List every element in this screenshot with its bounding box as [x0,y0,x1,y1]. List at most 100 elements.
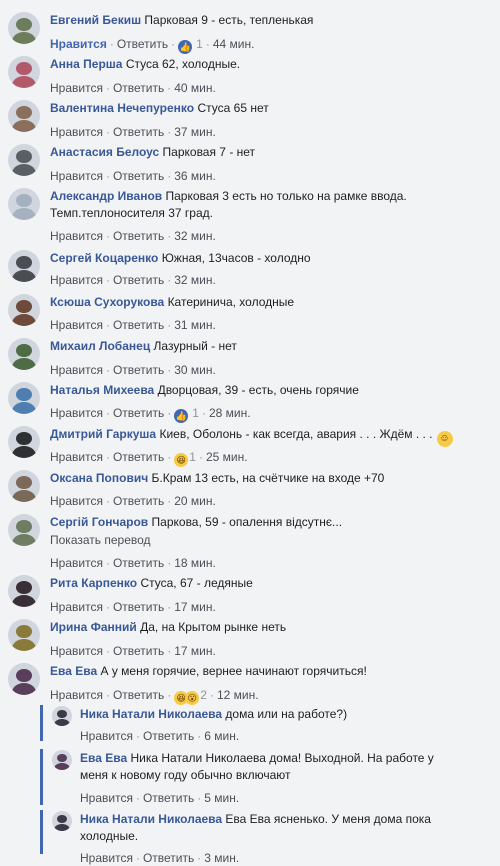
reply-link[interactable]: Ответить [113,363,164,377]
comment-author[interactable]: Анастасия Белоус [50,145,159,159]
timestamp[interactable]: 28 мин. [209,406,251,420]
reply-link[interactable]: Ответить [113,273,164,287]
avatar[interactable] [8,100,40,132]
comment-author[interactable]: Сергей Коцаренко [50,251,158,265]
timestamp[interactable]: 31 мин. [174,318,216,332]
timestamp[interactable]: 44 мин. [213,37,255,51]
reply-link[interactable]: Ответить [113,406,164,420]
like-link[interactable]: Нравится [50,318,103,332]
like-link[interactable]: Нравится [50,37,107,51]
like-link[interactable]: Нравится [50,363,103,377]
avatar[interactable] [8,619,40,651]
timestamp[interactable]: 18 мин. [174,556,216,570]
reply-author[interactable]: Ева Ева [80,751,127,765]
like-link[interactable]: Нравится [80,791,133,805]
reply-link[interactable]: Ответить [113,125,164,139]
reply-link[interactable]: Ответить [113,169,164,183]
reply-link[interactable]: Ответить [113,688,164,702]
avatar[interactable] [52,811,72,831]
avatar[interactable] [8,250,40,282]
like-link[interactable]: Нравится [50,273,103,287]
timestamp[interactable]: 20 мин. [174,494,216,508]
reply-link[interactable]: Ответить [113,318,164,332]
like-link[interactable]: Нравится [50,81,103,95]
comment-author[interactable]: Наталья Михеева [50,383,154,397]
like-link[interactable]: Нравится [50,169,103,183]
reply-link[interactable]: Ответить [113,450,164,464]
avatar[interactable] [8,382,40,414]
reactions[interactable]: 😆 😮 2 [174,688,207,705]
timestamp[interactable]: 40 мин. [174,81,216,95]
reply-link[interactable]: Ответить [143,729,194,743]
reply-link[interactable]: Ответить [113,600,164,614]
like-link[interactable]: Нравится [80,729,133,743]
avatar[interactable] [8,663,40,695]
comment-author[interactable]: Евгений Бекиш [50,13,141,27]
reply-link[interactable]: Ответить [143,791,194,805]
timestamp[interactable]: 5 мин. [204,791,239,805]
comment-author[interactable]: Анна Перша [50,57,122,71]
avatar[interactable] [8,514,40,546]
comment-author[interactable]: Александр Иванов [50,189,162,203]
comment-author[interactable]: Ева Ева [50,664,97,678]
comment-author[interactable]: Сергій Гончаров [50,515,148,529]
like-link[interactable]: Нравится [50,644,103,658]
comment-actions: Нравится · Ответить · 😆 😮 2 · 12 мин. [50,687,259,705]
timestamp[interactable]: 30 мин. [174,363,216,377]
reply-link[interactable]: Ответить [113,81,164,95]
reply-link[interactable]: Ответить [143,851,194,865]
reply-link[interactable]: Ответить [113,556,164,570]
like-link[interactable]: Нравится [50,450,103,464]
comment-actions: Нравится · Ответить · 17 мин. [50,643,216,659]
timestamp[interactable]: 32 мин. [174,229,216,243]
reactions[interactable]: 👍 1 [174,406,199,423]
comment-author[interactable]: Ирина Фанний [50,620,137,634]
comment-author[interactable]: Оксана Попович [50,471,148,485]
comment-author[interactable]: Валентина Нечепуренко [50,101,194,115]
like-link[interactable]: Нравится [50,229,103,243]
avatar[interactable] [8,56,40,88]
avatar[interactable] [52,706,72,726]
like-link[interactable]: Нравится [50,406,103,420]
reactions[interactable]: 👍 1 [178,37,203,54]
timestamp[interactable]: 6 мин. [204,729,239,743]
avatar[interactable] [8,188,40,220]
comment-author[interactable]: Рита Карпенко [50,576,137,590]
comment-author[interactable]: Михаил Лобанец [50,339,150,353]
separator-dot: · [167,125,172,139]
like-link[interactable]: Нравится [50,556,103,570]
avatar[interactable] [8,144,40,176]
like-link[interactable]: Нравится [50,494,103,508]
like-link[interactable]: Нравится [50,600,103,614]
like-link[interactable]: Нравится [50,688,103,702]
timestamp[interactable]: 36 мин. [174,169,216,183]
avatar[interactable] [52,750,72,770]
timestamp[interactable]: 37 мин. [174,125,216,139]
avatar[interactable] [8,426,40,458]
reactions[interactable]: 😆 1 [174,450,196,467]
avatar-body [54,718,70,726]
reply-link[interactable]: Ответить [113,494,164,508]
reply-link[interactable]: Ответить [113,644,164,658]
comment-author[interactable]: Дмитрий Гаркуша [50,427,156,441]
reply-author[interactable]: Ника Натали Николаева [80,707,222,721]
timestamp[interactable]: 17 мин. [174,600,216,614]
reply-link[interactable]: Ответить [117,37,168,51]
show-translation-link[interactable]: Показать перевод [50,533,151,547]
reply-author[interactable]: Ника Натали Николаева [80,812,222,826]
avatar[interactable] [8,575,40,607]
reply-link[interactable]: Ответить [113,229,164,243]
timestamp[interactable]: 17 мин. [174,644,216,658]
avatar-body [11,534,37,546]
avatar[interactable] [8,470,40,502]
avatar[interactable] [8,12,40,44]
timestamp[interactable]: 3 мин. [204,851,239,865]
timestamp[interactable]: 12 мин. [217,688,259,702]
like-link[interactable]: Нравится [50,125,103,139]
timestamp[interactable]: 25 мин. [206,450,248,464]
avatar[interactable] [8,338,40,370]
avatar[interactable] [8,294,40,326]
comment-author[interactable]: Ксюша Сухорукова [50,295,164,309]
like-link[interactable]: Нравится [80,851,133,865]
timestamp[interactable]: 32 мин. [174,273,216,287]
